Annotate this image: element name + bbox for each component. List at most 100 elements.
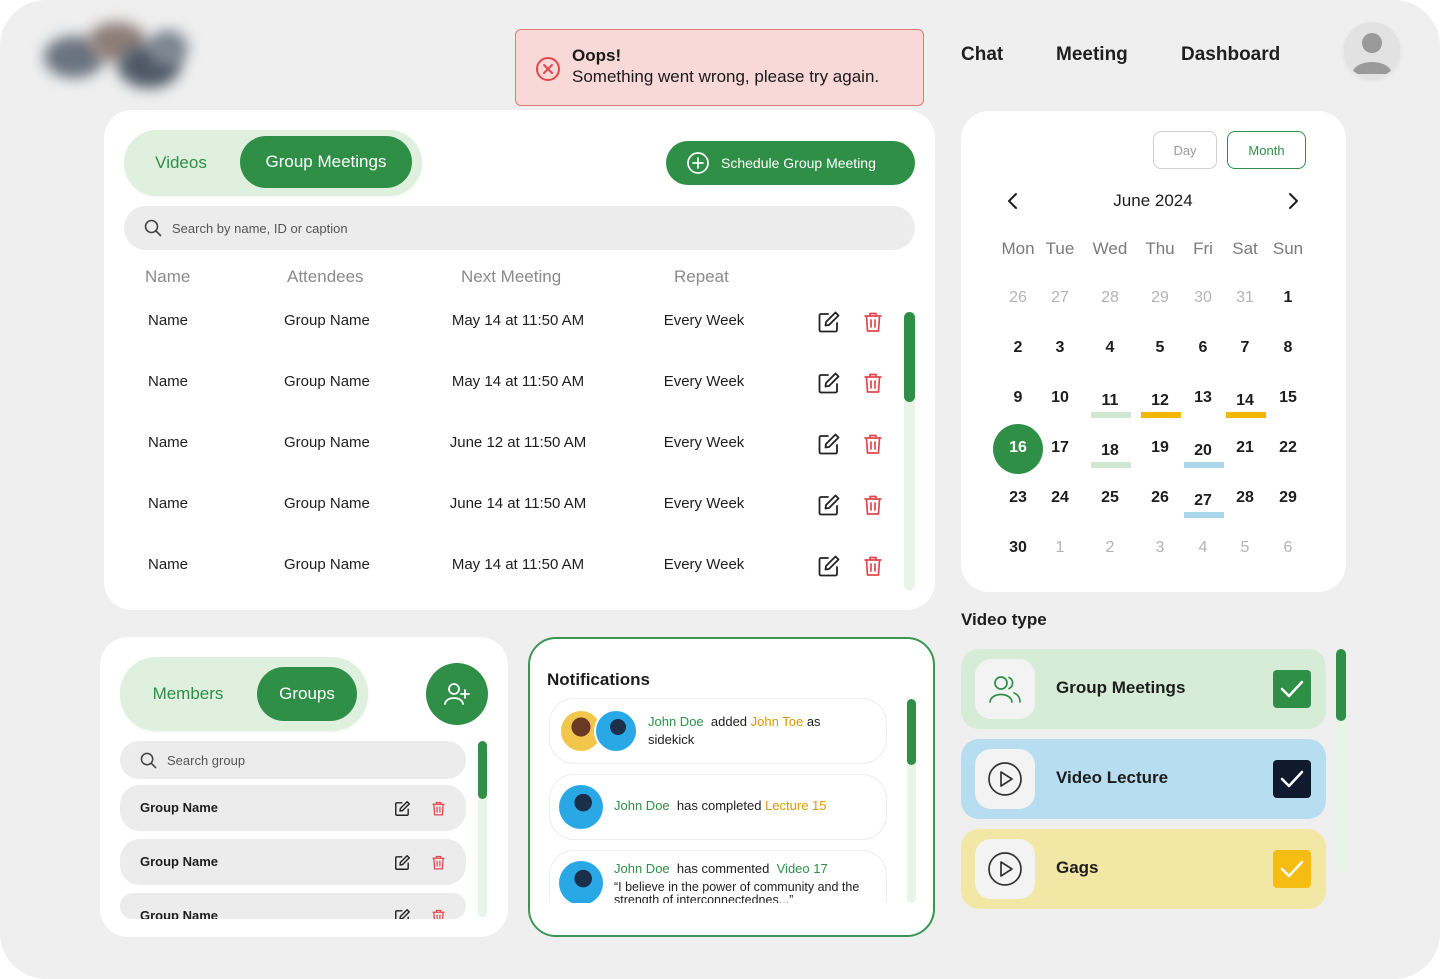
calendar-day[interactable]: 28 bbox=[1225, 489, 1265, 507]
calendar-day[interactable]: 27 bbox=[1040, 289, 1080, 307]
trash-icon[interactable] bbox=[861, 554, 885, 578]
groups-scrollbar-thumb[interactable] bbox=[478, 741, 487, 799]
video-type-scrollbar-thumb[interactable] bbox=[1336, 649, 1346, 721]
edit-icon[interactable] bbox=[817, 554, 841, 578]
calendar-day[interactable]: 19 bbox=[1140, 439, 1180, 457]
calendar-day[interactable]: 30 bbox=[1183, 289, 1223, 307]
group-list-item[interactable]: Group Name bbox=[120, 893, 466, 919]
calendar-day[interactable]: 2 bbox=[1090, 539, 1130, 557]
trash-icon[interactable] bbox=[430, 908, 447, 919]
notification-line2: sidekick bbox=[648, 732, 695, 747]
meetings-scrollbar-thumb[interactable] bbox=[904, 312, 915, 402]
notifications-scrollbar-thumb[interactable] bbox=[907, 699, 916, 765]
calendar-day[interactable]: 26 bbox=[998, 289, 1038, 307]
edit-icon[interactable] bbox=[817, 432, 841, 456]
calendar-day[interactable]: 29 bbox=[1268, 489, 1308, 507]
video-type-group-meetings[interactable]: Group Meetings bbox=[961, 649, 1326, 729]
edit-icon[interactable] bbox=[394, 800, 411, 817]
tab-members[interactable]: Members bbox=[126, 665, 250, 723]
group-meetings-checkbox[interactable] bbox=[1273, 670, 1311, 708]
chevron-left-icon[interactable] bbox=[1004, 191, 1022, 211]
trash-icon[interactable] bbox=[861, 493, 885, 517]
calendar-day[interactable]: 9 bbox=[998, 389, 1038, 407]
video-lecture-checkbox[interactable] bbox=[1273, 760, 1311, 798]
calendar-day[interactable]: 23 bbox=[998, 489, 1038, 507]
calendar-day[interactable]: 1 bbox=[1040, 539, 1080, 557]
video-type-video-lecture[interactable]: Video Lecture bbox=[961, 739, 1326, 819]
calendar-day[interactable]: 27 bbox=[1183, 492, 1223, 510]
calendar-day[interactable]: 26 bbox=[1140, 489, 1180, 507]
calendar-day[interactable]: 17 bbox=[1040, 439, 1080, 457]
group-list-item[interactable]: Group Name bbox=[120, 839, 466, 885]
notification-target[interactable]: Video 17 bbox=[777, 861, 828, 876]
notification-target[interactable]: Lecture 15 bbox=[765, 798, 826, 813]
calendar-day[interactable]: 5 bbox=[1140, 339, 1180, 357]
calendar-day[interactable]: 10 bbox=[1040, 389, 1080, 407]
calendar-day[interactable]: 20 bbox=[1183, 442, 1223, 460]
calendar-day[interactable]: 12 bbox=[1140, 392, 1180, 410]
schedule-group-meeting-button[interactable]: Schedule Group Meeting bbox=[666, 141, 915, 185]
calendar-day[interactable]: 6 bbox=[1183, 339, 1223, 357]
calendar-day[interactable]: 15 bbox=[1268, 389, 1308, 407]
calendar-day[interactable]: 2 bbox=[998, 339, 1038, 357]
tab-videos[interactable]: Videos bbox=[130, 136, 232, 190]
view-month-button[interactable]: Month bbox=[1227, 131, 1306, 169]
calendar-day[interactable]: 16 bbox=[998, 439, 1038, 457]
cell-name: Name bbox=[148, 434, 189, 451]
calendar-day[interactable]: 18 bbox=[1090, 442, 1130, 460]
calendar-day[interactable]: 7 bbox=[1225, 339, 1265, 357]
trash-icon[interactable] bbox=[861, 310, 885, 334]
calendar-day[interactable]: 28 bbox=[1090, 289, 1130, 307]
video-type-gags[interactable]: Gags bbox=[961, 829, 1326, 909]
calendar-day[interactable]: 31 bbox=[1225, 289, 1265, 307]
avatar[interactable] bbox=[1344, 22, 1400, 78]
calendar-day[interactable]: 4 bbox=[1183, 539, 1223, 557]
notification-target[interactable]: John Toe bbox=[751, 714, 804, 729]
edit-icon[interactable] bbox=[394, 854, 411, 871]
tab-groups[interactable]: Groups bbox=[257, 667, 357, 721]
calendar-day[interactable]: 6 bbox=[1268, 539, 1308, 557]
calendar-day[interactable]: 1 bbox=[1268, 289, 1308, 307]
column-header-repeat: Repeat bbox=[674, 267, 729, 286]
notification-actor[interactable]: John Doe bbox=[614, 798, 670, 813]
cell-attendees: Group Name bbox=[284, 495, 370, 512]
trash-icon[interactable] bbox=[861, 371, 885, 395]
calendar-day[interactable]: 3 bbox=[1040, 339, 1080, 357]
add-member-button[interactable] bbox=[426, 663, 488, 725]
edit-icon[interactable] bbox=[817, 310, 841, 334]
calendar-day[interactable]: 8 bbox=[1268, 339, 1308, 357]
calendar-day[interactable]: 14 bbox=[1225, 392, 1265, 410]
calendar-day[interactable]: 22 bbox=[1268, 439, 1308, 457]
calendar-day[interactable]: 21 bbox=[1225, 439, 1265, 457]
group-search-input[interactable]: Search group bbox=[120, 741, 466, 779]
view-day-button[interactable]: Day bbox=[1153, 131, 1217, 169]
tab-group-meetings[interactable]: Group Meetings bbox=[240, 136, 412, 188]
notification-actor[interactable]: John Doe bbox=[614, 861, 670, 876]
notification-item[interactable]: John Doe has completed Lecture 15 bbox=[550, 775, 886, 839]
calendar-day[interactable]: 30 bbox=[998, 539, 1038, 557]
edit-icon[interactable] bbox=[817, 371, 841, 395]
group-list-item[interactable]: Group Name bbox=[120, 785, 466, 831]
trash-icon[interactable] bbox=[430, 800, 447, 817]
edit-icon[interactable] bbox=[394, 908, 411, 919]
gags-checkbox[interactable] bbox=[1273, 850, 1311, 888]
nav-chat[interactable]: Chat bbox=[961, 44, 1003, 66]
trash-icon[interactable] bbox=[430, 854, 447, 871]
notification-item[interactable]: John Doe added John Toe as sidekick bbox=[550, 699, 886, 763]
calendar-day[interactable]: 25 bbox=[1090, 489, 1130, 507]
calendar-day[interactable]: 13 bbox=[1183, 389, 1223, 407]
calendar-day[interactable]: 24 bbox=[1040, 489, 1080, 507]
chevron-right-icon[interactable] bbox=[1284, 191, 1302, 211]
nav-meeting[interactable]: Meeting bbox=[1056, 44, 1128, 66]
nav-dashboard[interactable]: Dashboard bbox=[1181, 44, 1280, 66]
calendar-day[interactable]: 29 bbox=[1140, 289, 1180, 307]
trash-icon[interactable] bbox=[861, 432, 885, 456]
notification-actor[interactable]: John Doe bbox=[648, 714, 704, 729]
calendar-day[interactable]: 4 bbox=[1090, 339, 1130, 357]
calendar-day[interactable]: 11 bbox=[1090, 392, 1130, 410]
column-header-next-meeting: Next Meeting bbox=[461, 267, 562, 286]
calendar-day[interactable]: 3 bbox=[1140, 539, 1180, 557]
calendar-day[interactable]: 5 bbox=[1225, 539, 1265, 557]
edit-icon[interactable] bbox=[817, 493, 841, 517]
meetings-search-input[interactable]: Search by name, ID or caption bbox=[124, 206, 915, 250]
